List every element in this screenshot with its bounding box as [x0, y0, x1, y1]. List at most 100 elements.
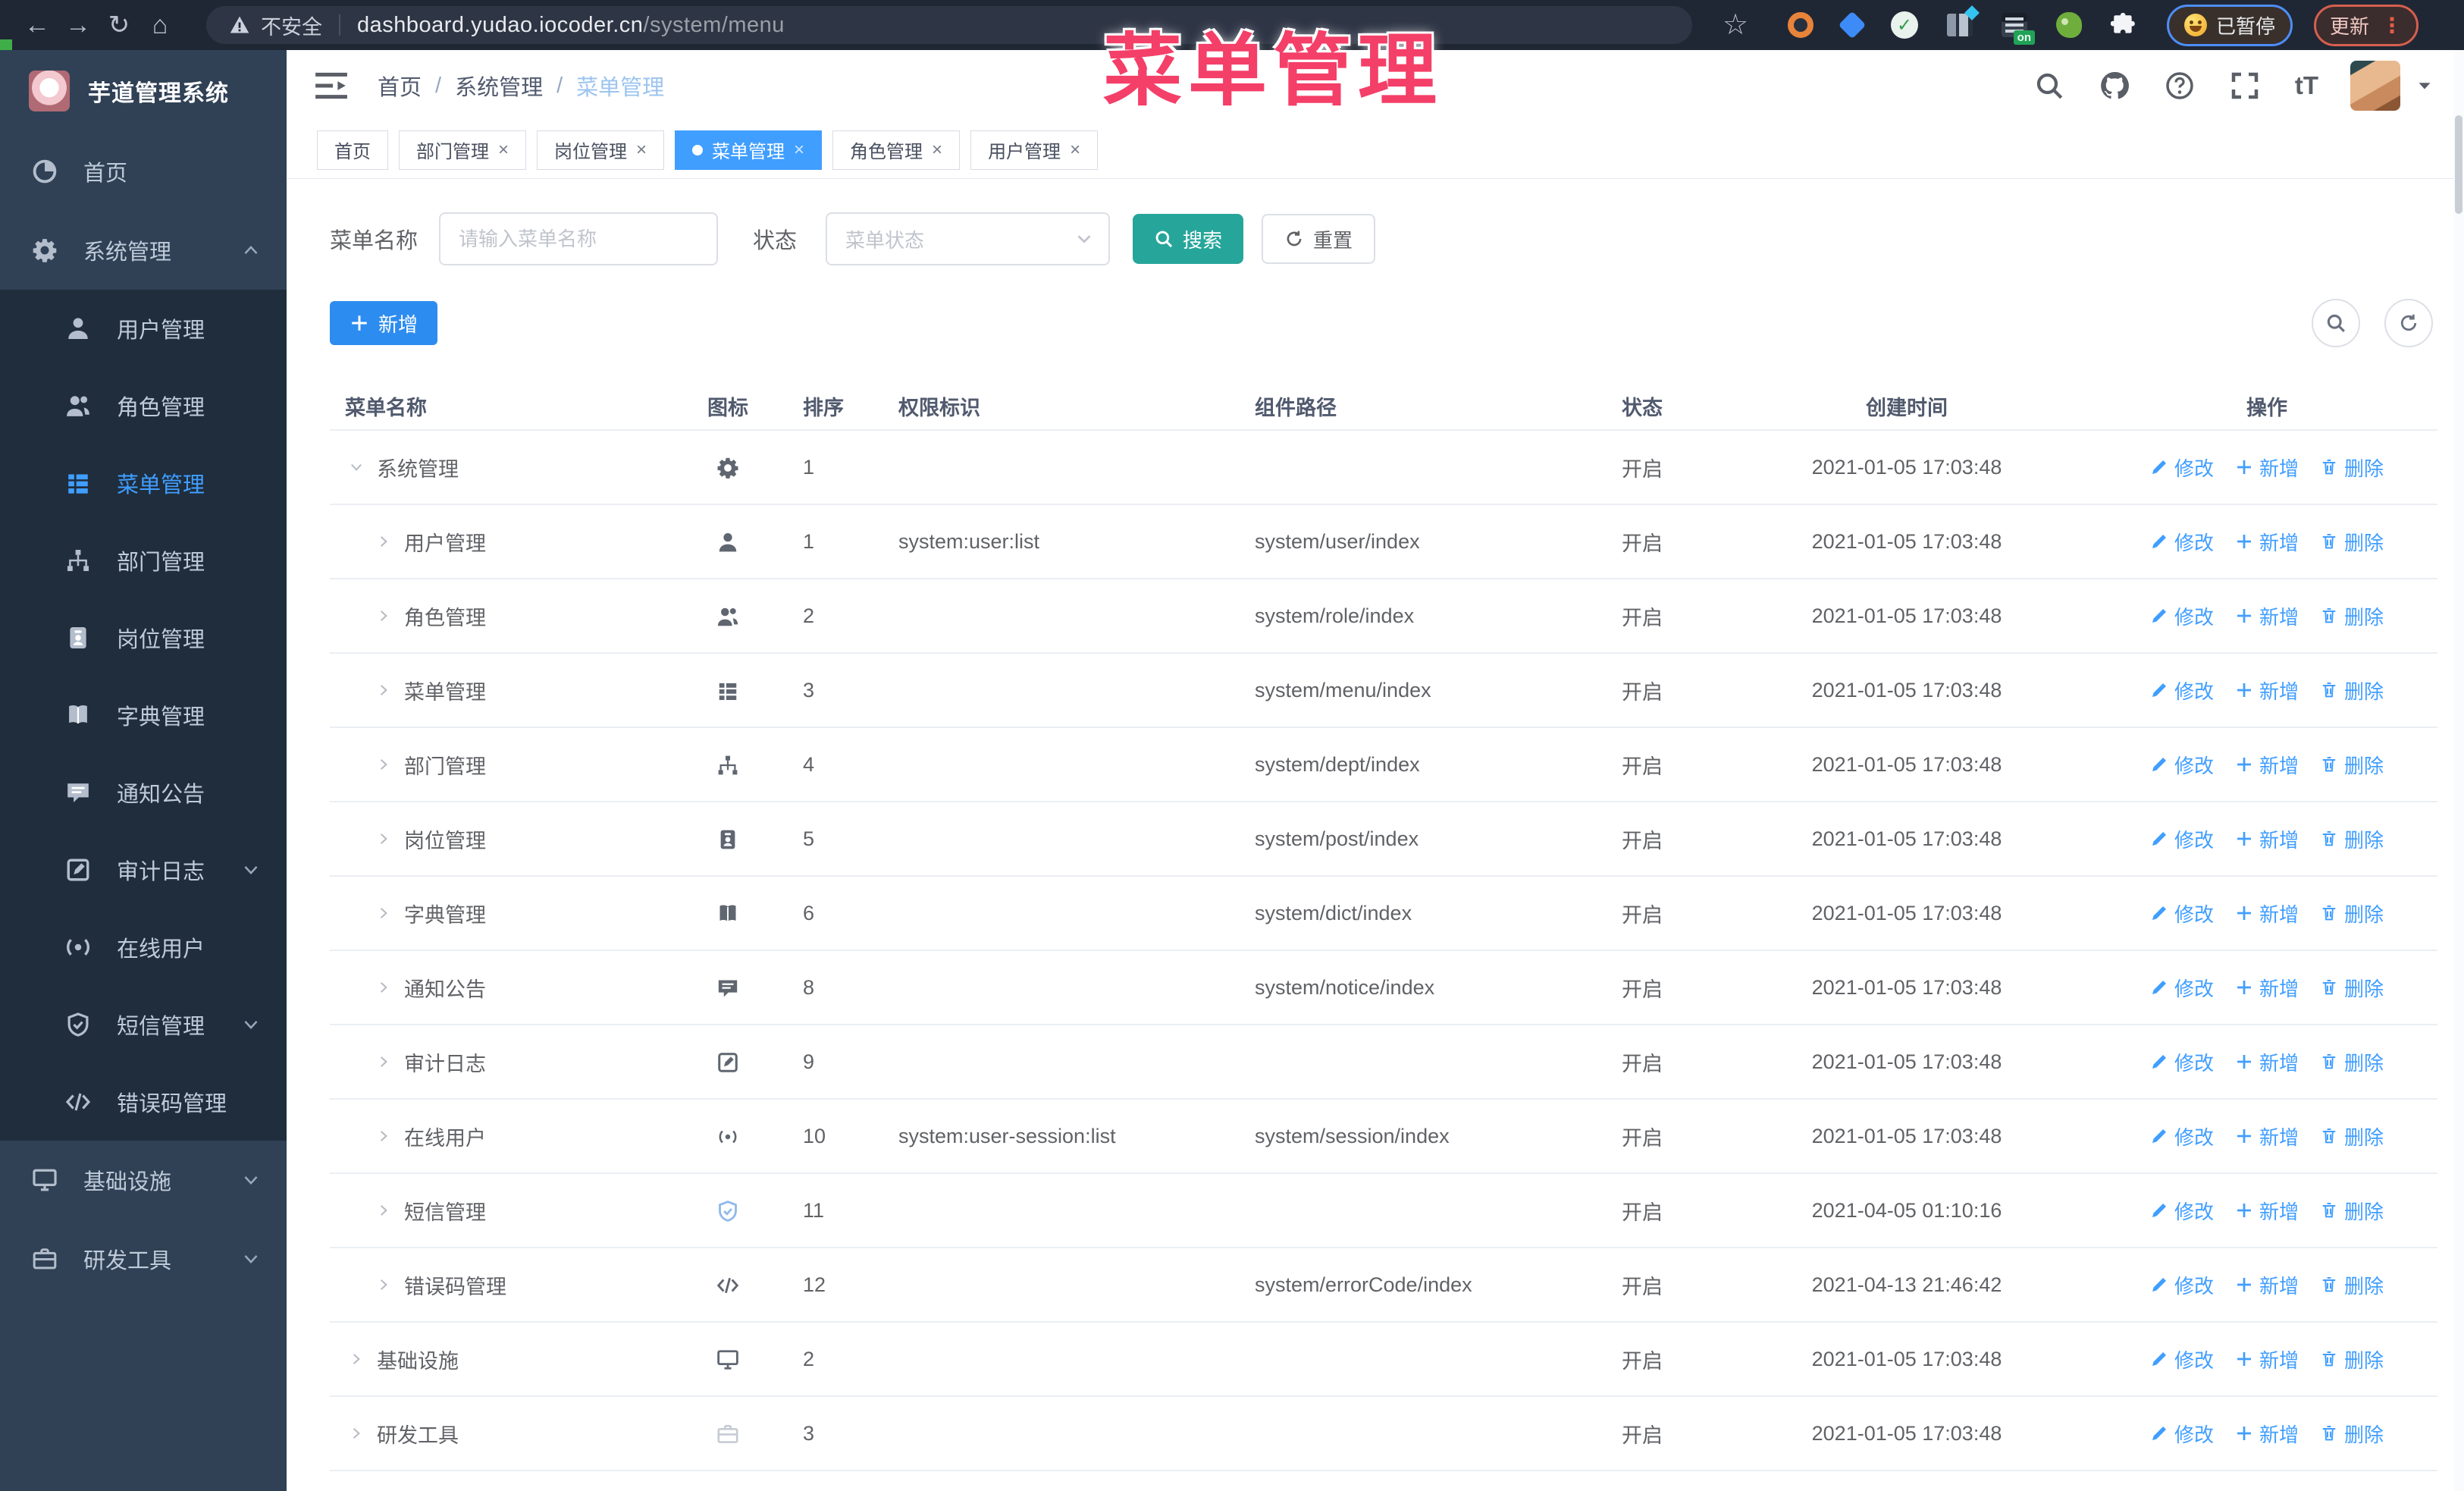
- extensions-puzzle-icon[interactable]: [2111, 12, 2136, 38]
- chevron-down-icon[interactable]: [350, 460, 363, 474]
- search-icon[interactable]: [2034, 71, 2064, 101]
- sidebar-item-错误码管理[interactable]: 错误码管理: [0, 1063, 287, 1141]
- user-avatar[interactable]: [2350, 61, 2400, 111]
- menu-status-select[interactable]: 菜单状态: [826, 212, 1111, 265]
- caret-down-icon[interactable]: [2415, 77, 2434, 95]
- tab-部门管理[interactable]: 部门管理 ×: [399, 130, 527, 170]
- github-icon[interactable]: [2099, 71, 2130, 101]
- sidebar-item-研发工具[interactable]: 研发工具: [0, 1219, 287, 1298]
- edit-action[interactable]: 修改: [2150, 1420, 2214, 1448]
- chevron-right-icon[interactable]: [377, 1055, 390, 1069]
- refresh-table-button[interactable]: [2384, 299, 2433, 347]
- delete-action[interactable]: 删除: [2320, 528, 2384, 556]
- page-scrollbar[interactable]: [2453, 50, 2464, 1491]
- delete-action[interactable]: 删除: [2320, 751, 2384, 779]
- delete-action[interactable]: 删除: [2320, 1122, 2384, 1150]
- chevron-right-icon[interactable]: [377, 906, 390, 920]
- add-action[interactable]: 新增: [2235, 751, 2299, 779]
- scrollbar-thumb[interactable]: [2455, 115, 2462, 214]
- edit-action[interactable]: 修改: [2150, 676, 2214, 705]
- chevron-right-icon[interactable]: [350, 1427, 363, 1440]
- edit-action[interactable]: 修改: [2150, 974, 2214, 1002]
- chevron-right-icon[interactable]: [377, 535, 390, 548]
- sidebar-item-通知公告[interactable]: 通知公告: [0, 754, 287, 831]
- close-icon[interactable]: ×: [794, 140, 804, 161]
- add-action[interactable]: 新增: [2235, 1420, 2299, 1448]
- delete-action[interactable]: 删除: [2320, 1345, 2384, 1373]
- extension-switch-icon[interactable]: on: [2002, 13, 2035, 45]
- add-action[interactable]: 新增: [2235, 1271, 2299, 1299]
- add-action[interactable]: 新增: [2235, 1197, 2299, 1225]
- breadcrumb-system[interactable]: 系统管理: [455, 70, 543, 102]
- sidebar-item-基础设施[interactable]: 基础设施: [0, 1141, 287, 1219]
- hamburger-icon[interactable]: [314, 71, 349, 100]
- add-action[interactable]: 新增: [2235, 676, 2299, 705]
- add-action[interactable]: 新增: [2235, 1048, 2299, 1076]
- add-action[interactable]: 新增: [2235, 974, 2299, 1002]
- close-icon[interactable]: ×: [932, 140, 942, 161]
- close-icon[interactable]: ×: [1070, 140, 1080, 161]
- sidebar-item-字典管理[interactable]: 字典管理: [0, 676, 287, 754]
- menu-name-input[interactable]: [439, 212, 719, 265]
- extension-check-icon[interactable]: ✓: [1891, 11, 1918, 39]
- extension-paused-badge[interactable]: 已暂停: [2167, 4, 2293, 46]
- extension-columns-icon[interactable]: [1947, 14, 1973, 36]
- reset-button[interactable]: 重置: [1262, 214, 1376, 264]
- add-action[interactable]: 新增: [2235, 899, 2299, 928]
- chevron-right-icon[interactable]: [377, 683, 390, 697]
- edit-action[interactable]: 修改: [2150, 454, 2214, 482]
- chevron-right-icon[interactable]: [377, 1204, 390, 1217]
- delete-action[interactable]: 删除: [2320, 825, 2384, 853]
- extension-frog-icon[interactable]: [2056, 12, 2082, 38]
- search-button[interactable]: 搜索: [1133, 214, 1244, 264]
- sidebar-item-菜单管理[interactable]: 菜单管理: [0, 444, 287, 522]
- tab-岗位管理[interactable]: 岗位管理 ×: [537, 130, 665, 170]
- reload-icon[interactable]: ↻: [99, 0, 140, 50]
- sidebar-item-系统管理[interactable]: 系统管理: [0, 211, 287, 290]
- edit-action[interactable]: 修改: [2150, 751, 2214, 779]
- add-action[interactable]: 新增: [2235, 1345, 2299, 1373]
- add-action[interactable]: 新增: [2235, 454, 2299, 482]
- browser-update-button[interactable]: 更新 ⋮: [2314, 4, 2419, 46]
- add-action[interactable]: 新增: [2235, 825, 2299, 853]
- delete-action[interactable]: 删除: [2320, 602, 2384, 630]
- sidebar-item-短信管理[interactable]: 短信管理: [0, 986, 287, 1063]
- extension-orange-icon[interactable]: [1788, 12, 1814, 38]
- sidebar-item-首页[interactable]: 首页: [0, 132, 287, 211]
- tab-菜单管理[interactable]: 菜单管理 ×: [675, 130, 823, 170]
- browser-menu-icon[interactable]: ⋮: [2381, 13, 2403, 38]
- chevron-right-icon[interactable]: [377, 981, 390, 994]
- font-size-icon[interactable]: tT: [2295, 71, 2318, 101]
- app-logo[interactable]: 芋道管理系统: [0, 50, 287, 132]
- add-button[interactable]: 新增: [330, 301, 438, 345]
- add-action[interactable]: 新增: [2235, 1122, 2299, 1150]
- delete-action[interactable]: 删除: [2320, 454, 2384, 482]
- edit-action[interactable]: 修改: [2150, 1048, 2214, 1076]
- delete-action[interactable]: 删除: [2320, 899, 2384, 928]
- chevron-right-icon[interactable]: [350, 1352, 363, 1366]
- close-icon[interactable]: ×: [498, 140, 509, 161]
- chevron-right-icon[interactable]: [377, 1129, 390, 1143]
- delete-action[interactable]: 删除: [2320, 1271, 2384, 1299]
- edit-action[interactable]: 修改: [2150, 1122, 2214, 1150]
- edit-action[interactable]: 修改: [2150, 528, 2214, 556]
- sidebar-item-在线用户[interactable]: 在线用户: [0, 909, 287, 986]
- forward-icon[interactable]: →: [58, 0, 99, 50]
- chevron-right-icon[interactable]: [377, 832, 390, 846]
- extension-gem-icon[interactable]: [1838, 11, 1867, 39]
- sidebar-item-用户管理[interactable]: 用户管理: [0, 290, 287, 367]
- edit-action[interactable]: 修改: [2150, 899, 2214, 928]
- edit-action[interactable]: 修改: [2150, 1197, 2214, 1225]
- tab-用户管理[interactable]: 用户管理 ×: [970, 130, 1099, 170]
- chevron-right-icon[interactable]: [377, 758, 390, 771]
- sidebar-item-角色管理[interactable]: 角色管理: [0, 367, 287, 444]
- edit-action[interactable]: 修改: [2150, 602, 2214, 630]
- delete-action[interactable]: 删除: [2320, 676, 2384, 705]
- chevron-right-icon[interactable]: [377, 1278, 390, 1292]
- address-bar[interactable]: 不安全 dashboard.yudao.iocoder.cn/system/me…: [206, 6, 1692, 44]
- tab-首页[interactable]: 首页: [317, 130, 388, 170]
- sidebar-item-审计日志[interactable]: 审计日志: [0, 831, 287, 909]
- edit-action[interactable]: 修改: [2150, 825, 2214, 853]
- delete-action[interactable]: 删除: [2320, 1197, 2384, 1225]
- breadcrumb-home[interactable]: 首页: [378, 70, 422, 102]
